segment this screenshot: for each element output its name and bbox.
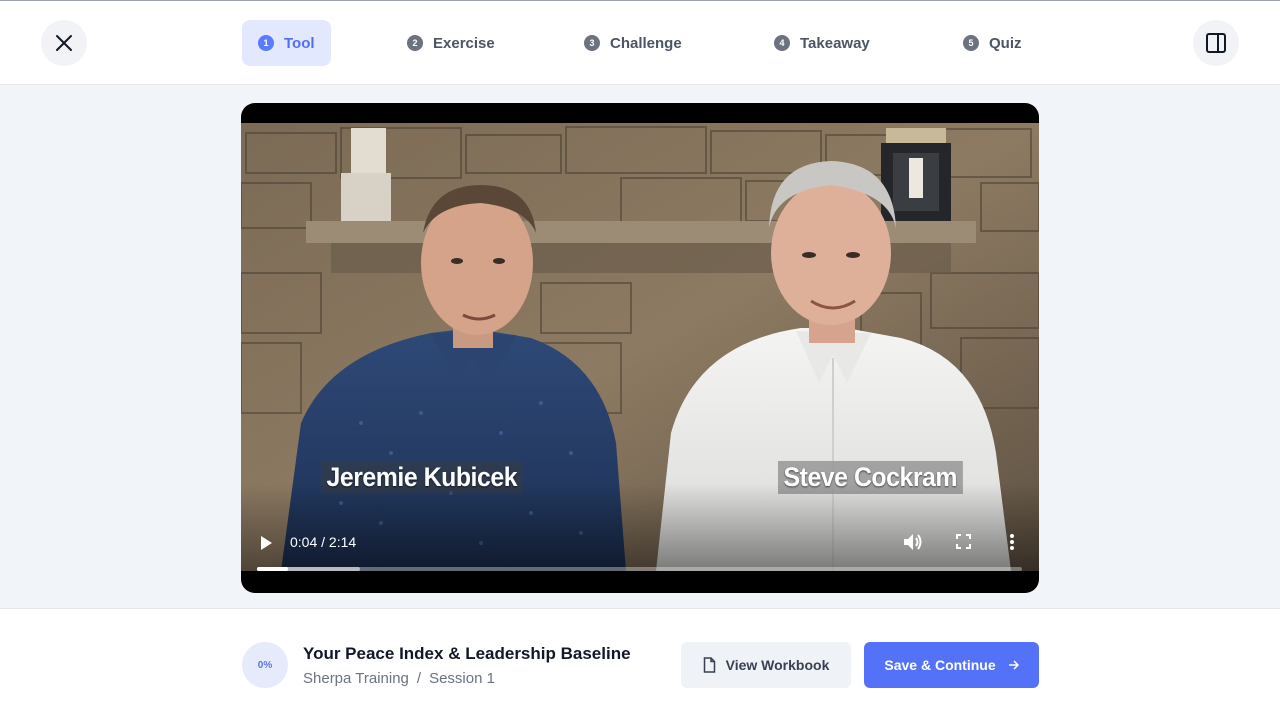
- step-takeaway[interactable]: 4 Takeaway: [758, 20, 886, 66]
- step-navigation: 1 Tool 2 Exercise 3 Challenge 4 Takeaway…: [242, 20, 1042, 66]
- step-label: Quiz: [989, 34, 1022, 52]
- step-number: 2: [407, 35, 423, 51]
- lesson-progress-indicator: 0%: [242, 642, 288, 688]
- step-tool[interactable]: 1 Tool: [242, 20, 331, 66]
- breadcrumb-course: Sherpa Training: [303, 670, 409, 687]
- save-continue-button[interactable]: Save & Continue: [864, 642, 1039, 688]
- video-progress-bar[interactable]: [257, 567, 1022, 571]
- breadcrumb-session: Session 1: [429, 670, 495, 687]
- video-played-bar: [257, 567, 288, 571]
- step-number: 4: [774, 35, 790, 51]
- top-bar: 1 Tool 2 Exercise 3 Challenge 4 Takeaway…: [0, 0, 1280, 85]
- sidebar-panel-icon: [1206, 33, 1226, 53]
- step-label: Tool: [284, 34, 315, 52]
- save-continue-label: Save & Continue: [884, 657, 996, 673]
- step-number: 5: [963, 35, 979, 51]
- view-workbook-label: View Workbook: [725, 657, 830, 673]
- breadcrumb: Sherpa Training / Session 1: [303, 670, 495, 687]
- step-label: Challenge: [610, 34, 682, 52]
- step-number: 1: [258, 35, 274, 51]
- play-icon[interactable]: [259, 535, 273, 551]
- step-label: Exercise: [433, 34, 495, 52]
- close-button[interactable]: [41, 20, 87, 66]
- step-number: 3: [584, 35, 600, 51]
- video-time: 0:04 / 2:14: [290, 534, 357, 550]
- video-player[interactable]: Jeremie Kubicek Steve Cockram 0:04 / 2:1…: [241, 103, 1039, 593]
- fullscreen-icon[interactable]: [956, 534, 971, 549]
- step-challenge[interactable]: 3 Challenge: [568, 20, 698, 66]
- progress-percent: 0%: [257, 659, 273, 671]
- close-icon: [56, 35, 72, 51]
- step-label: Takeaway: [800, 34, 870, 52]
- toggle-sidebar-button[interactable]: [1193, 20, 1239, 66]
- more-options-icon[interactable]: [1009, 533, 1015, 551]
- view-workbook-button[interactable]: View Workbook: [681, 642, 851, 688]
- document-icon: [703, 657, 715, 673]
- volume-icon[interactable]: [903, 533, 923, 551]
- lesson-title: Your Peace Index & Leadership Baseline: [303, 644, 631, 663]
- breadcrumb-separator: /: [416, 670, 422, 687]
- step-quiz[interactable]: 5 Quiz: [947, 20, 1038, 66]
- arrow-right-icon: [1008, 660, 1019, 670]
- step-exercise[interactable]: 2 Exercise: [391, 20, 511, 66]
- bottom-bar: 0% Your Peace Index & Leadership Baselin…: [0, 608, 1280, 720]
